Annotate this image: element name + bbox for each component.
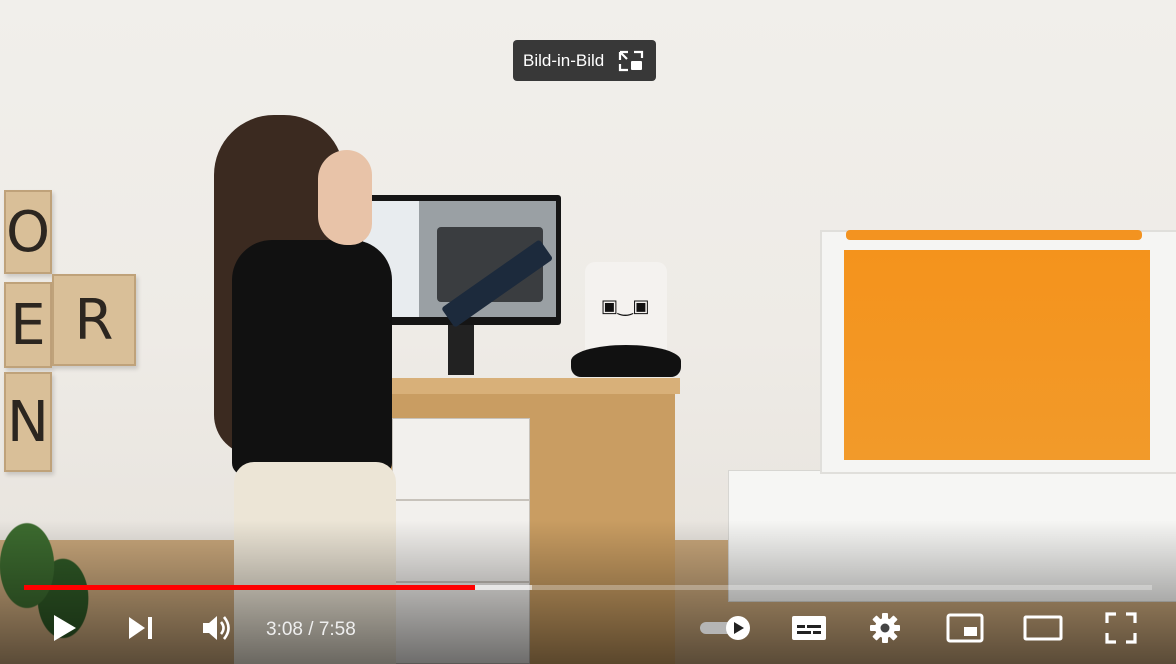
theater-mode-icon bbox=[1023, 614, 1063, 647]
next-button[interactable] bbox=[118, 605, 164, 655]
subtitles-icon bbox=[791, 614, 827, 647]
play-button[interactable] bbox=[42, 605, 88, 655]
wall-tile: O bbox=[4, 190, 52, 274]
mascot-cushion: ▣‿▣ bbox=[571, 262, 681, 377]
subtitles-button[interactable] bbox=[786, 605, 832, 655]
pip-exit-icon bbox=[618, 50, 644, 72]
person-face bbox=[318, 150, 372, 245]
wall-tile: N bbox=[4, 372, 52, 472]
volume-icon bbox=[201, 614, 233, 647]
monitor-stand bbox=[448, 325, 474, 375]
cabinet-top bbox=[385, 378, 680, 394]
tooltip-label: Bild-in-Bild bbox=[523, 50, 605, 70]
wall-tile: E bbox=[4, 282, 52, 368]
current-time: 3:08 bbox=[266, 619, 303, 640]
drawer bbox=[392, 418, 530, 500]
volume-button[interactable] bbox=[194, 605, 240, 655]
wall-tile: R bbox=[52, 274, 136, 366]
fullscreen-button[interactable] bbox=[1098, 605, 1144, 655]
video-player[interactable]: O E R N ▣‿▣ Bild-in-Bild 3:08 / 7:58 bbox=[0, 0, 1176, 664]
gear-icon bbox=[869, 612, 901, 649]
progress-played bbox=[24, 585, 476, 590]
laser-cutter-window bbox=[844, 250, 1150, 460]
fullscreen-icon bbox=[1105, 611, 1137, 649]
next-icon bbox=[127, 615, 155, 646]
autoplay-toggle[interactable] bbox=[696, 605, 756, 655]
time-separator: / bbox=[302, 619, 319, 640]
autoplay-toggle-icon bbox=[698, 614, 754, 647]
person-torso bbox=[232, 240, 392, 475]
progress-bar[interactable] bbox=[24, 585, 1152, 590]
miniplayer-button[interactable] bbox=[940, 605, 990, 655]
time-display: 3:08 / 7:58 bbox=[266, 605, 356, 655]
settings-button[interactable] bbox=[862, 605, 908, 655]
duration: 7:58 bbox=[318, 619, 356, 640]
miniplayer-icon bbox=[946, 613, 984, 648]
play-icon bbox=[52, 613, 78, 648]
theater-mode-button[interactable] bbox=[1018, 605, 1068, 655]
pip-tooltip: Bild-in-Bild bbox=[513, 40, 657, 81]
laser-cutter-strip bbox=[846, 230, 1142, 240]
controls-bar bbox=[0, 605, 1176, 655]
